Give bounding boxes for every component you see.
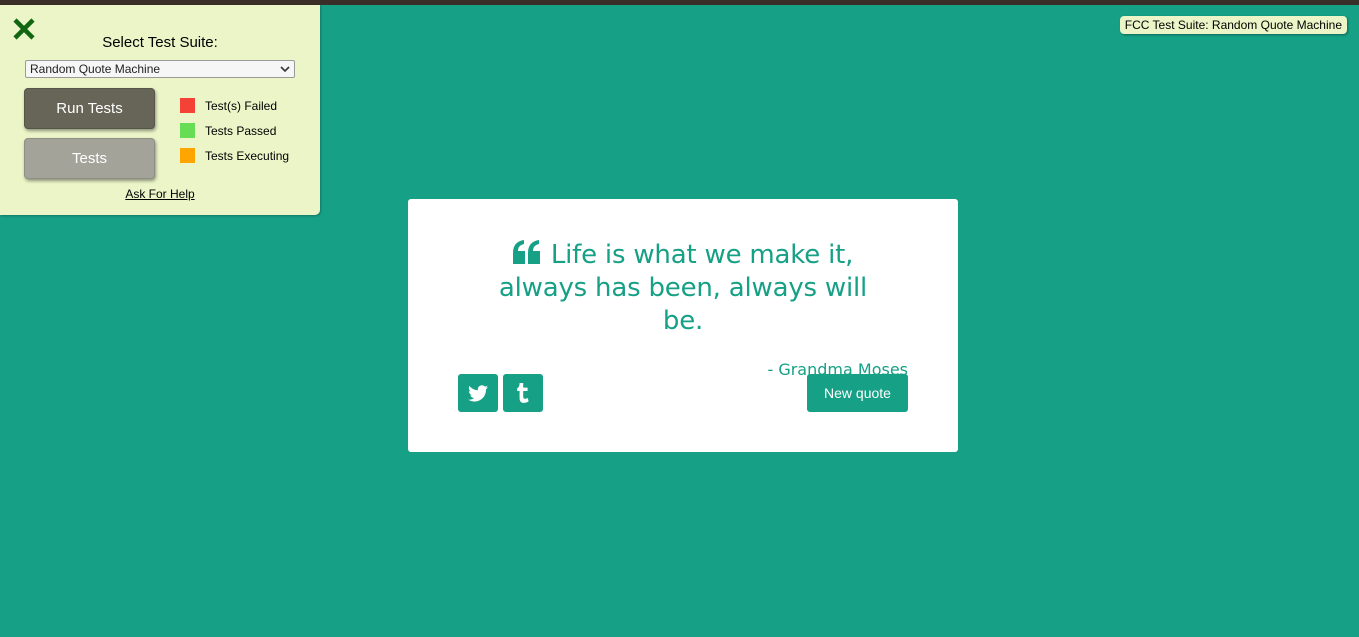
test-suite-selected-value: Random Quote Machine: [30, 62, 161, 76]
tumblr-icon: [517, 383, 529, 403]
legend-label-failed: Test(s) Failed: [205, 98, 278, 113]
passed-swatch: [180, 123, 195, 138]
run-tests-button[interactable]: Run Tests: [24, 88, 155, 129]
quote-buttons-row: New quote: [458, 374, 908, 412]
quote-left-icon: [512, 240, 540, 264]
chevron-down-icon: [280, 66, 290, 73]
fcc-suite-badge: FCC Test Suite: Random Quote Machine: [1119, 16, 1347, 34]
tumblr-quote-button[interactable]: [503, 374, 543, 412]
legend-label-executing: Tests Executing: [205, 148, 290, 163]
legend-item-passed: Tests Passed: [180, 123, 289, 138]
twitter-icon: [468, 384, 488, 401]
tests-button[interactable]: Tests: [24, 138, 155, 179]
executing-swatch: [180, 148, 195, 163]
legend-label-passed: Tests Passed: [205, 123, 277, 138]
quote-text-block: Life is what we make it, always has been…: [458, 239, 908, 338]
quote-text: Life is what we make it, always has been…: [498, 240, 868, 336]
new-quote-button[interactable]: New quote: [807, 374, 908, 412]
test-suite-select[interactable]: Random Quote Machine: [25, 60, 295, 78]
test-status-legend: Test(s) Failed Tests Passed Tests Execut…: [180, 98, 289, 173]
failed-swatch: [180, 98, 195, 113]
tweet-quote-button[interactable]: [458, 374, 498, 412]
quote-box: Life is what we make it, always has been…: [408, 199, 958, 452]
ask-for-help-link[interactable]: Ask For Help: [0, 187, 320, 201]
select-suite-label: Select Test Suite:: [102, 34, 218, 51]
legend-item-failed: Test(s) Failed: [180, 98, 289, 113]
legend-item-executing: Tests Executing: [180, 148, 289, 163]
fcc-test-panel: Select Test Suite: Random Quote Machine …: [0, 5, 320, 215]
